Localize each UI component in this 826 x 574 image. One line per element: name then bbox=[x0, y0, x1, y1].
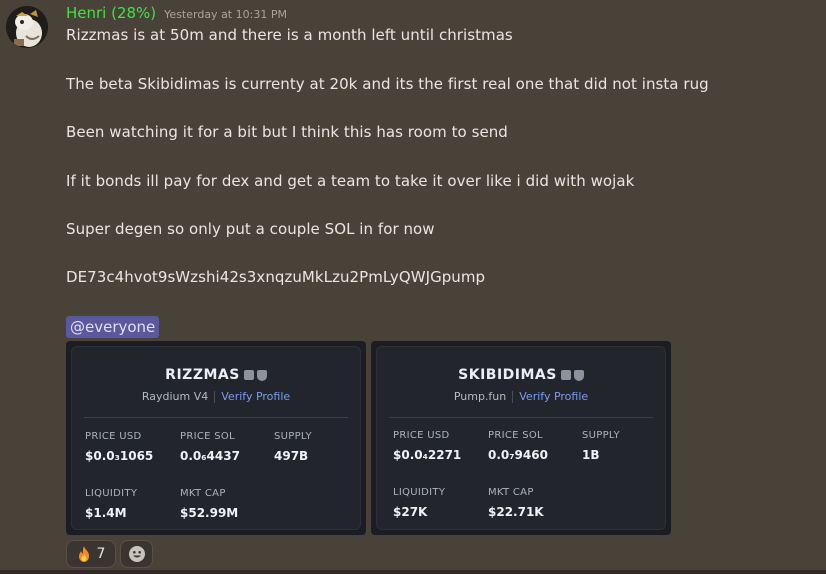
token-sub: Raydium V4 Verify Profile bbox=[72, 390, 360, 403]
add-reaction-button[interactable] bbox=[120, 540, 153, 568]
shield-icon bbox=[256, 369, 267, 381]
message-line: Super degen so only put a couple SOL in … bbox=[66, 220, 435, 238]
price-sol-label: PRICE SOL bbox=[488, 430, 543, 441]
avatar[interactable] bbox=[6, 6, 48, 48]
supply-label: SUPPLY bbox=[274, 431, 312, 442]
message-line: Rizzmas is at 50m and there is a month l… bbox=[66, 26, 513, 44]
token-name-text: RIZZMAS bbox=[165, 367, 240, 383]
price-sol-value: 0.0₆4437 bbox=[180, 449, 240, 463]
copy-icon[interactable] bbox=[560, 370, 571, 380]
verify-profile-link[interactable]: Verify Profile bbox=[519, 390, 588, 403]
username[interactable]: Henri (28%) bbox=[66, 4, 156, 22]
liquidity-label: LIQUIDITY bbox=[85, 488, 138, 499]
contract-address: DE73c4hvot9sWzshi42s3xnqzuMkLzu2PmLyQWJG… bbox=[66, 268, 486, 286]
platform-label: Pump.fun bbox=[453, 390, 507, 403]
mkt-cap-label: MKT CAP bbox=[180, 488, 226, 499]
message-header: Henri (28%) Yesterday at 10:31 PM bbox=[66, 4, 287, 24]
price-usd-label: PRICE USD bbox=[393, 430, 450, 441]
avatar-image-icon bbox=[6, 6, 48, 48]
fire-reaction-button[interactable]: 7 bbox=[66, 540, 116, 568]
price-usd-label: PRICE USD bbox=[85, 431, 142, 442]
platform-label: Raydium V4 bbox=[141, 390, 209, 403]
mkt-cap-label: MKT CAP bbox=[488, 487, 534, 498]
token-card-skibidimas[interactable]: SKIBIDIMAS Pump.fun Verify Profile PRICE … bbox=[371, 341, 671, 535]
reaction-count: 7 bbox=[96, 546, 106, 562]
price-sol-label: PRICE SOL bbox=[180, 431, 235, 442]
fire-icon bbox=[78, 546, 89, 562]
liquidity-value: $1.4M bbox=[85, 506, 127, 520]
chat-message: Henri (28%) Yesterday at 10:31 PM Rizzma… bbox=[0, 0, 826, 570]
token-sub: Pump.fun Verify Profile bbox=[377, 390, 665, 403]
message-line: The beta Skibidimas is currenty at 20k a… bbox=[66, 75, 709, 93]
message-line: Been watching it for a bit but I think t… bbox=[66, 123, 508, 141]
message-line: If it bonds ill pay for dex and get a te… bbox=[66, 172, 635, 190]
liquidity-value: $27K bbox=[393, 505, 428, 519]
price-usd-value: $0.0₃1065 bbox=[85, 449, 154, 463]
liquidity-label: LIQUIDITY bbox=[393, 487, 446, 498]
token-card-body: SKIBIDIMAS Pump.fun Verify Profile PRICE … bbox=[376, 346, 666, 530]
mkt-cap-value: $22.71K bbox=[488, 505, 544, 519]
timestamp[interactable]: Yesterday at 10:31 PM bbox=[164, 8, 287, 21]
add-reaction-icon bbox=[128, 546, 145, 562]
token-name-text: SKIBIDIMAS bbox=[458, 367, 557, 383]
verify-profile-link[interactable]: Verify Profile bbox=[221, 390, 290, 403]
supply-label: SUPPLY bbox=[582, 430, 620, 441]
everyone-mention[interactable]: @everyone bbox=[66, 316, 160, 338]
price-sol-value: 0.0₇9460 bbox=[488, 448, 548, 462]
separator bbox=[214, 391, 216, 403]
price-usd-value: $0.0₄2271 bbox=[393, 448, 462, 462]
token-card-rizzmas[interactable]: RIZZMAS Raydium V4 Verify Profile PRICE U… bbox=[66, 341, 366, 535]
mkt-cap-value: $52.99M bbox=[180, 506, 239, 520]
supply-value: 1B bbox=[582, 448, 600, 462]
copy-icon[interactable] bbox=[243, 370, 254, 380]
token-card-body: RIZZMAS Raydium V4 Verify Profile PRICE U… bbox=[71, 346, 361, 530]
token-name: SKIBIDIMAS bbox=[377, 367, 665, 383]
bottom-divider bbox=[0, 570, 826, 574]
supply-value: 497B bbox=[274, 449, 309, 463]
shield-icon bbox=[573, 369, 584, 381]
token-name: RIZZMAS bbox=[72, 367, 360, 383]
divider bbox=[84, 417, 348, 418]
separator bbox=[512, 391, 514, 403]
divider bbox=[389, 417, 653, 418]
